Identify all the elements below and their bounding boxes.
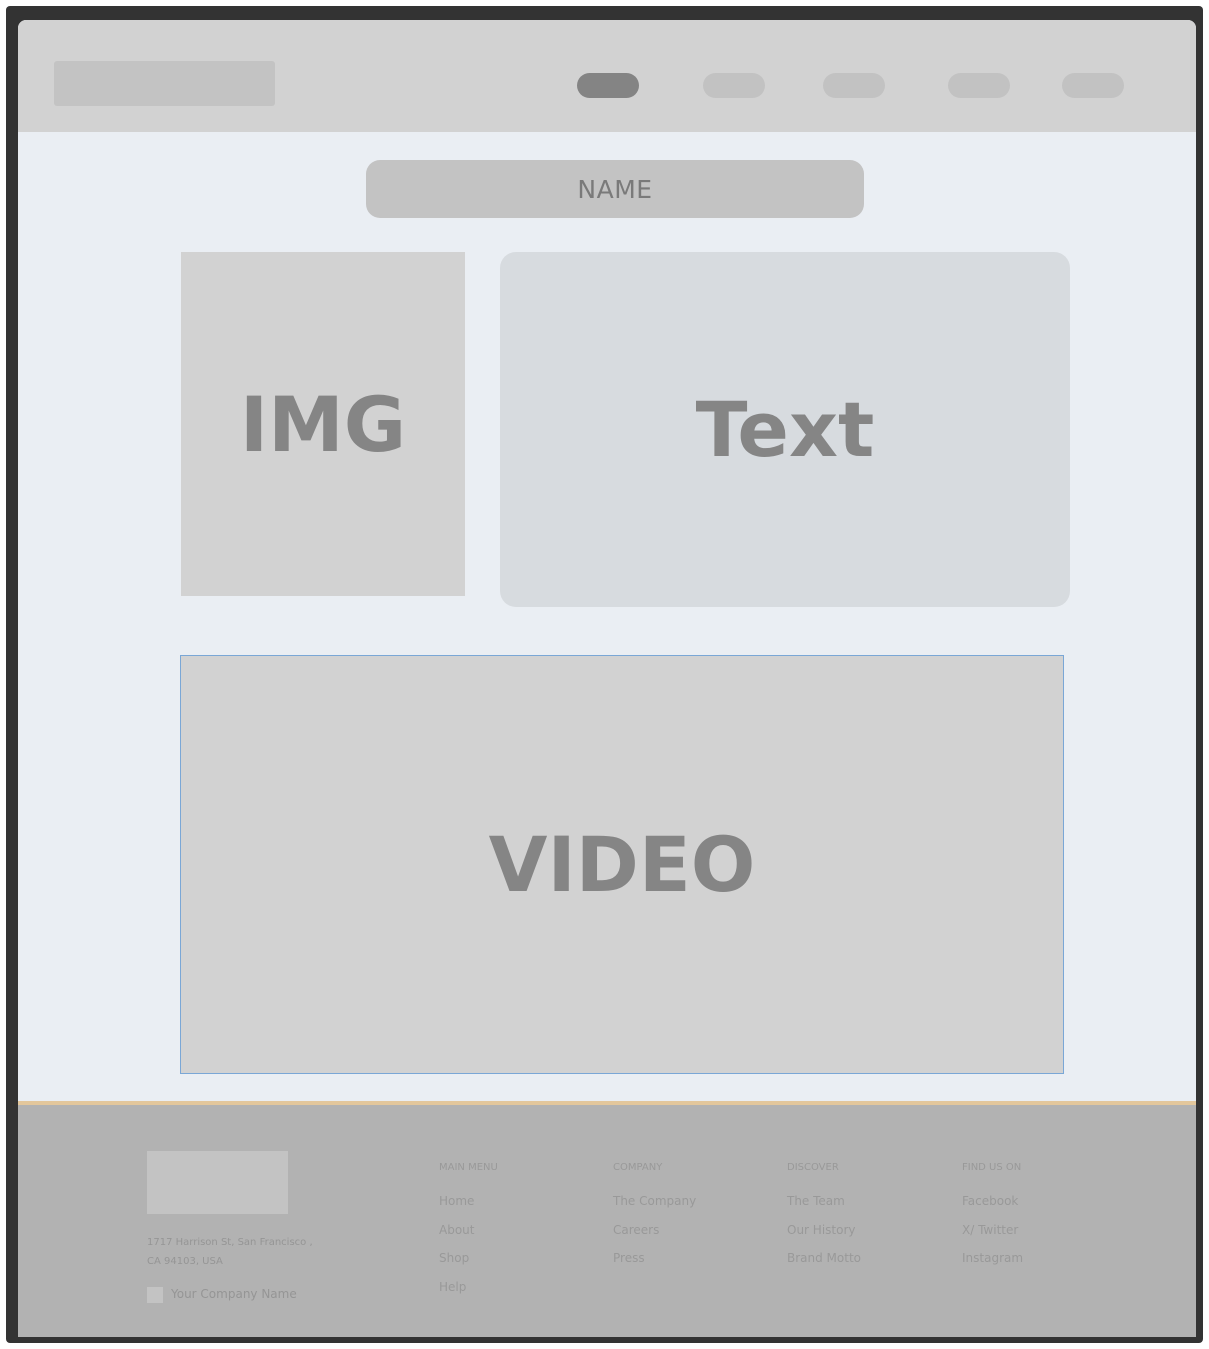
footer-column-discover: DISCOVER The Team Our History Brand Mott… (787, 1161, 861, 1279)
text-placeholder: Text (500, 252, 1070, 607)
text-placeholder-label: Text (695, 385, 875, 474)
image-placeholder-label: IMG (239, 379, 407, 469)
browser-frame: NAME IMG Text VIDEO 1717 Harrison St, Sa… (6, 6, 1203, 1343)
footer-link-facebook[interactable]: Facebook (962, 1193, 1023, 1222)
footer: 1717 Harrison St, San Francisco , CA 941… (18, 1105, 1196, 1337)
footer-link-careers[interactable]: Careers (613, 1222, 696, 1251)
nav-item-3[interactable] (823, 73, 885, 98)
header (18, 20, 1196, 132)
nav-item-2[interactable] (703, 73, 765, 98)
address-line-1: 1717 Harrison St, San Francisco , (147, 1237, 313, 1248)
company-name: Your Company Name (171, 1287, 297, 1301)
footer-column-title: COMPANY (613, 1162, 663, 1173)
footer-column-find-us-on: FIND US ON Facebook X/ Twitter Instagram (962, 1161, 1023, 1279)
footer-link-shop[interactable]: Shop (439, 1250, 498, 1279)
address-line-2: CA 94103, USA (147, 1256, 223, 1267)
logo-placeholder[interactable] (54, 61, 275, 106)
footer-column-title: FIND US ON (962, 1162, 1022, 1173)
video-placeholder[interactable]: VIDEO (180, 655, 1064, 1074)
page: NAME IMG Text VIDEO 1717 Harrison St, Sa… (18, 20, 1196, 1337)
image-placeholder: IMG (181, 252, 465, 596)
footer-column-title: MAIN MENU (439, 1162, 498, 1173)
footer-link-the-team[interactable]: The Team (787, 1193, 861, 1222)
footer-link-home[interactable]: Home (439, 1193, 498, 1222)
footer-link-brand-motto[interactable]: Brand Motto (787, 1250, 861, 1279)
video-placeholder-label: VIDEO (488, 820, 756, 909)
nav-item-4[interactable] (948, 73, 1010, 98)
footer-column-company: COMPANY The Company Careers Press (613, 1161, 696, 1279)
nav-item-5[interactable] (1062, 73, 1124, 98)
footer-column-title: DISCOVER (787, 1162, 839, 1173)
name-label: NAME (577, 174, 653, 204)
footer-link-our-history[interactable]: Our History (787, 1222, 861, 1251)
footer-link-press[interactable]: Press (613, 1250, 696, 1279)
footer-link-twitter[interactable]: X/ Twitter (962, 1222, 1023, 1251)
footer-column-main-menu: MAIN MENU Home About Shop Help (439, 1161, 498, 1307)
footer-link-help[interactable]: Help (439, 1279, 498, 1308)
footer-link-about[interactable]: About (439, 1222, 498, 1251)
footer-link-instagram[interactable]: Instagram (962, 1250, 1023, 1279)
name-bar: NAME (366, 160, 864, 218)
footer-address: 1717 Harrison St, San Francisco , CA 941… (147, 1233, 347, 1271)
footer-logo (147, 1151, 288, 1214)
nav-item-1[interactable] (577, 73, 639, 98)
company-checkbox[interactable] (147, 1287, 163, 1303)
footer-link-the-company[interactable]: The Company (613, 1193, 696, 1222)
